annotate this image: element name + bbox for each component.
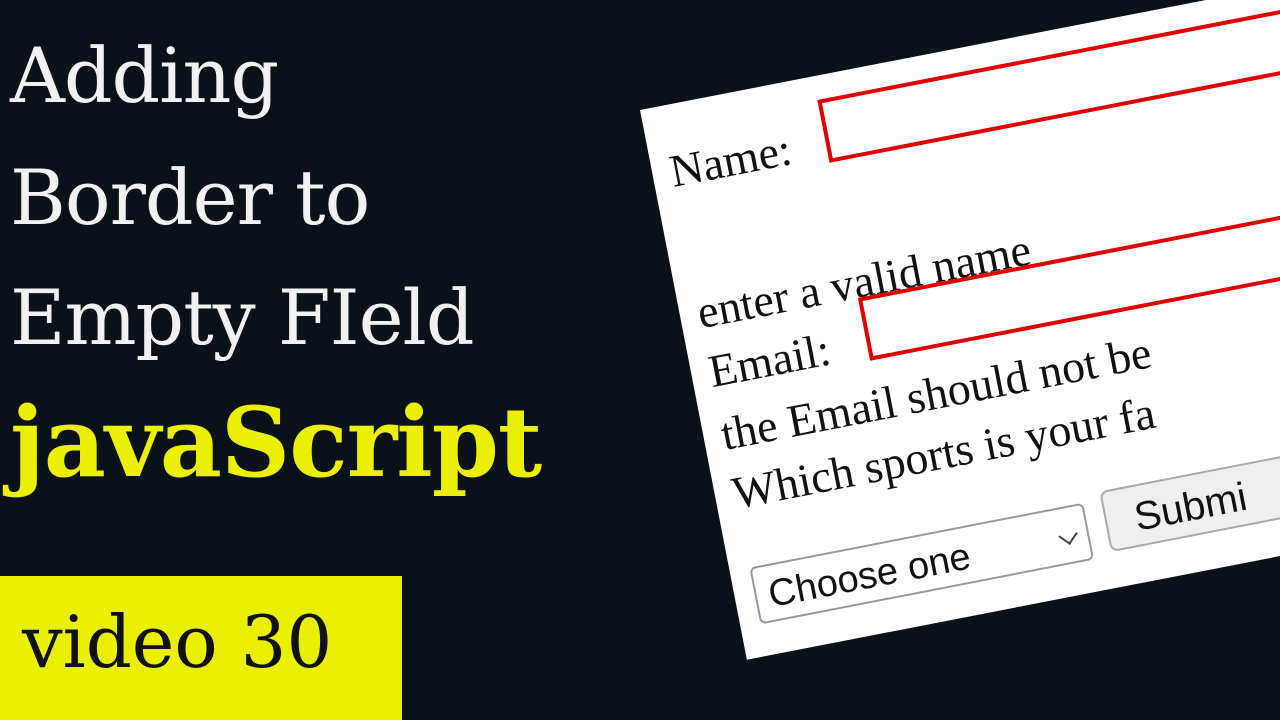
- title-line-3: Empty FIeld: [10, 273, 475, 362]
- name-label: Name:: [665, 123, 796, 197]
- submit-button[interactable]: Submi: [1099, 445, 1280, 553]
- form-screenshot-card: Name: enter a valid name Email: the Emai…: [640, 0, 1280, 660]
- sports-select[interactable]: Choose one: [749, 502, 1095, 625]
- video-number-badge: video 30: [0, 576, 402, 720]
- name-input[interactable]: [817, 0, 1280, 163]
- language-heading: javaScript: [10, 386, 542, 499]
- email-label: Email:: [704, 323, 835, 398]
- chevron-down-icon: [1058, 525, 1078, 545]
- sports-select-value: Choose one: [764, 535, 975, 616]
- title-line-1: Adding: [10, 31, 279, 120]
- video-number-label: video 30: [22, 600, 333, 684]
- title-line-2: Border to: [10, 153, 370, 242]
